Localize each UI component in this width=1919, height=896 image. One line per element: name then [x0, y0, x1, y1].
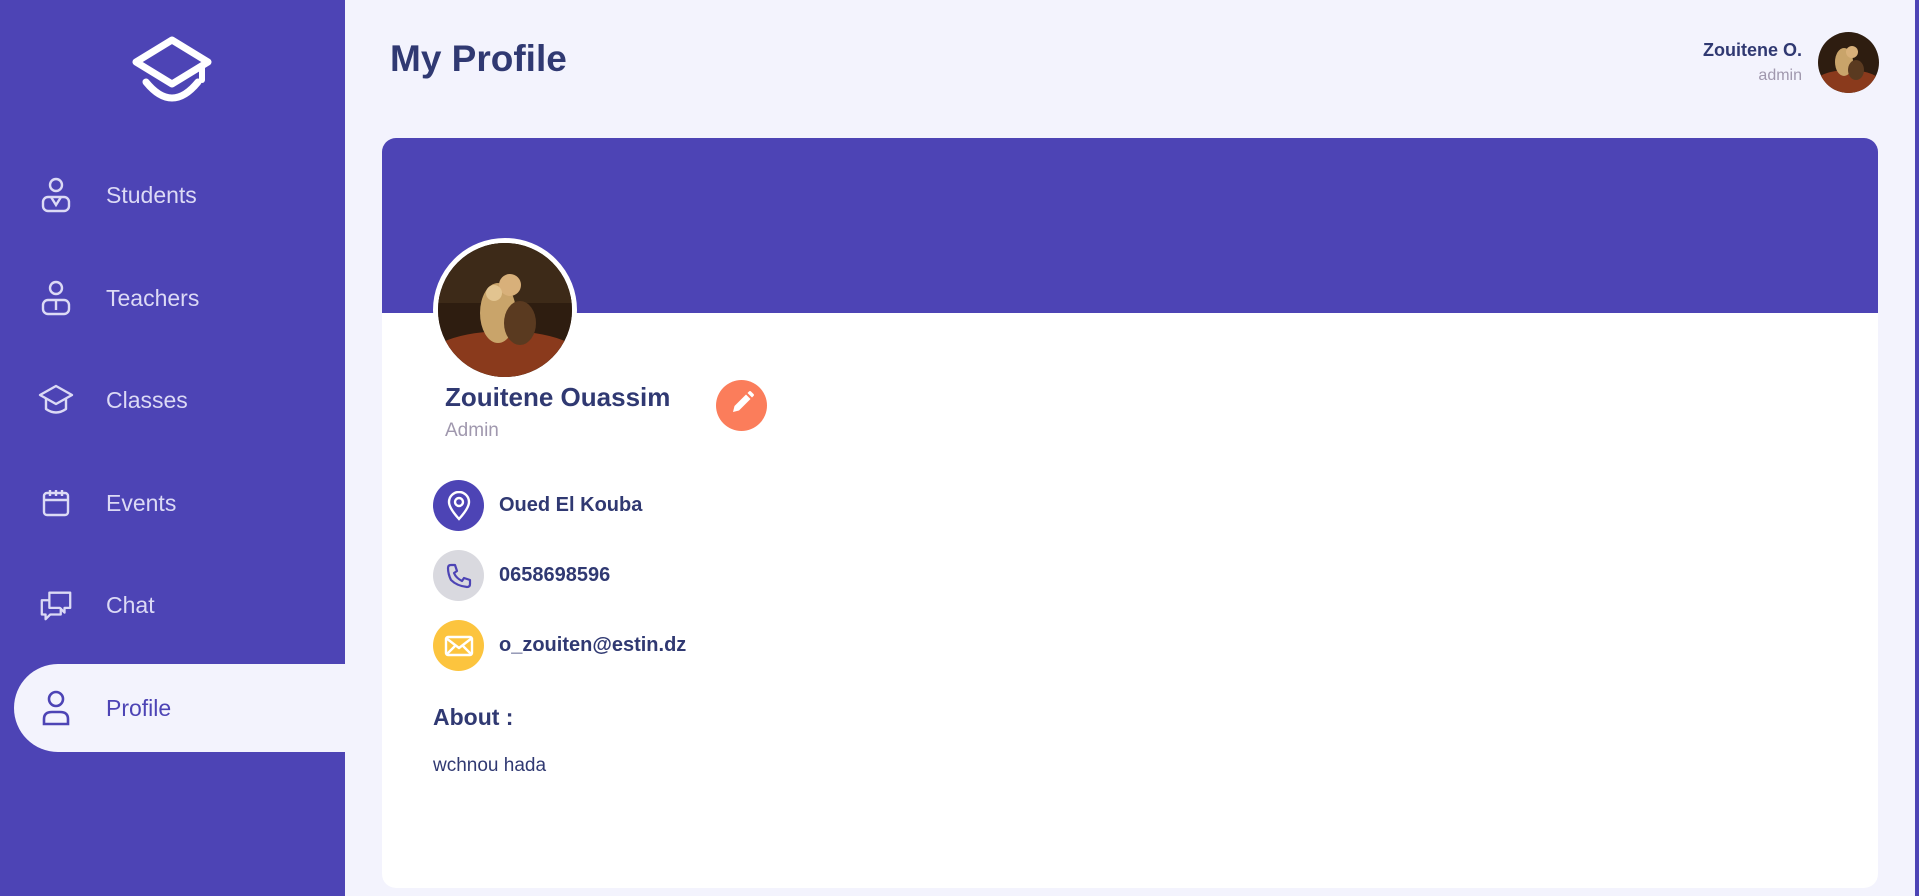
- avatar[interactable]: [1818, 32, 1879, 93]
- sidebar-item-label: Teachers: [106, 284, 200, 311]
- sidebar-item-events[interactable]: Events: [14, 459, 345, 547]
- sidebar-item-profile[interactable]: Profile: [14, 664, 345, 752]
- student-icon: [38, 177, 74, 213]
- location-pin-icon: [433, 480, 484, 531]
- phone-icon: [433, 550, 484, 601]
- sidebar-item-label: Classes: [106, 386, 188, 413]
- pencil-icon: [729, 390, 755, 421]
- sidebar: Students Teachers Classes Events Chat Pr…: [0, 0, 345, 896]
- profile-phone: 0658698596: [499, 564, 611, 586]
- scrollbar[interactable]: [1915, 0, 1919, 896]
- about-heading: About :: [433, 704, 514, 730]
- mail-icon: [433, 620, 484, 671]
- phone-row: 0658698596: [433, 550, 610, 601]
- graduation-cap-icon[interactable]: [132, 36, 212, 112]
- sidebar-item-students[interactable]: Students: [14, 151, 345, 239]
- profile-avatar: [433, 238, 577, 382]
- header-user-role: admin: [1758, 67, 1802, 84]
- sidebar-item-label: Profile: [106, 694, 172, 721]
- profile-role: Admin: [445, 420, 499, 441]
- header-user-name: Zouitene O.: [1703, 40, 1802, 60]
- sidebar-item-label: Students: [106, 181, 197, 208]
- about-text: wchnou hada: [433, 755, 547, 776]
- sidebar-item-label: Chat: [106, 591, 155, 618]
- chat-icon: [38, 587, 74, 623]
- sidebar-item-chat[interactable]: Chat: [14, 561, 345, 649]
- sidebar-item-classes[interactable]: Classes: [14, 356, 345, 444]
- profile-location: Oued El Kouba: [499, 494, 643, 516]
- profile-name: Zouitene Ouassim: [445, 382, 671, 412]
- calendar-icon: [38, 485, 74, 521]
- graduation-cap-icon: [38, 382, 74, 418]
- email-row: o_zouiten@estin.dz: [433, 620, 686, 671]
- location-row: Oued El Kouba: [433, 480, 642, 531]
- user-icon: [38, 690, 74, 726]
- sidebar-item-teachers[interactable]: Teachers: [14, 254, 345, 342]
- profile-banner: [382, 138, 1878, 313]
- profile-card: Zouitene Ouassim Admin Oued El Kouba 065…: [382, 138, 1878, 888]
- user-menu[interactable]: Zouitene O. admin: [1703, 32, 1879, 93]
- sidebar-item-label: Events: [106, 489, 177, 516]
- teacher-icon: [38, 280, 74, 316]
- edit-profile-button[interactable]: [716, 380, 767, 431]
- page-title: My Profile: [390, 38, 567, 79]
- profile-email: o_zouiten@estin.dz: [499, 634, 687, 656]
